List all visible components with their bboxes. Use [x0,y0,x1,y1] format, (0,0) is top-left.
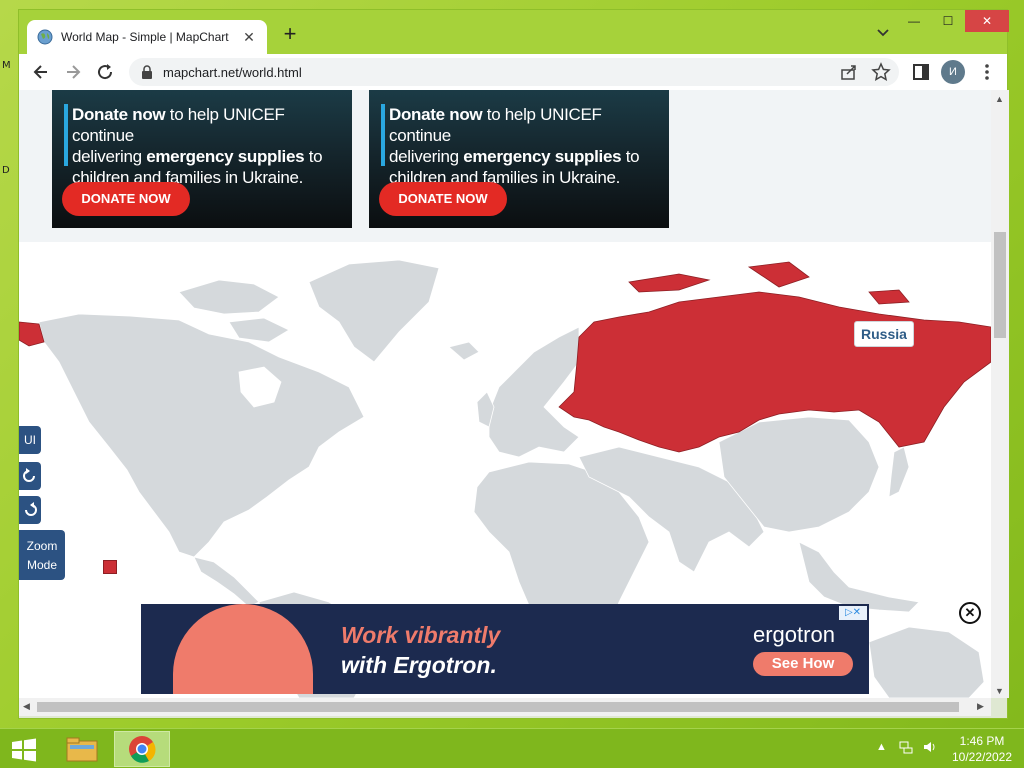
network-icon[interactable] [898,739,914,755]
scroll-left-arrow-icon[interactable]: ◀ [23,701,30,712]
url-text: mapchart.net/world.html [163,64,302,80]
ad-line-1: Donate now to help UNICEF continue [72,105,285,145]
menu-kebab-icon[interactable] [977,62,997,82]
ad-headline-line-1: Work vibrantly [341,622,501,648]
undo-icon [23,468,35,482]
vertical-scrollbar[interactable]: ▲ ▼ [991,90,1009,698]
scroll-down-arrow-icon[interactable]: ▼ [995,686,1004,696]
globe-favicon-icon [37,29,53,45]
legend-color-swatch[interactable] [103,560,117,574]
horizontal-scrollbar[interactable]: ◀ ▶ [19,698,991,716]
maximize-button[interactable]: ☐ [933,10,963,32]
show-hidden-icons-chevron-icon[interactable]: ▲ [876,741,887,753]
ad-line-2: delivering emergency supplies to [72,147,323,166]
new-tab-button[interactable]: + [279,23,301,46]
vertical-scroll-thumb[interactable] [994,232,1006,338]
clock-time: 1:46 PM [959,734,1005,748]
ad-accent-bar [64,104,68,166]
taskbar: ▲ 1:46 PM 10/22/2022 [0,728,1024,768]
country-tooltip: Russia [854,321,914,347]
clock-date: 10/22/2022 [951,750,1013,764]
scroll-up-arrow-icon[interactable]: ▲ [995,94,1004,104]
side-panel-icon[interactable] [911,62,931,82]
tab-strip: World Map - Simple | MapChart ✕ + — ☐ ✕ [19,10,1009,54]
tab-search-chevron-icon[interactable] [877,26,889,40]
share-icon[interactable] [839,62,859,82]
ad-headline: Work vibrantly with Ergotron. [341,620,500,680]
unicef-ad[interactable]: Donate now to help UNICEF continue deliv… [52,90,352,228]
ergotron-banner-ad[interactable]: Work vibrantly with Ergotron. ergotron S… [141,604,869,694]
forward-arrow-icon[interactable] [63,62,83,82]
minimize-button[interactable]: — [899,10,929,32]
chrome-taskbar-button[interactable] [114,731,170,767]
lock-icon [142,65,152,79]
back-arrow-icon[interactable] [31,62,51,82]
europe [488,326,580,458]
iceland [448,341,480,361]
tab-world-map[interactable]: World Map - Simple | MapChart ✕ [27,20,267,54]
ad-headline-line-2: with Ergotron. [341,652,497,678]
folder-icon [66,737,98,762]
close-ad-icon[interactable]: ✕ [959,602,981,624]
desktop-label-fragment: D [2,165,10,176]
see-how-button[interactable]: See How [753,652,853,676]
address-bar[interactable]: mapchart.net/world.html [129,58,899,86]
top-ad-area: Donate now to help UNICEF continue deliv… [19,90,991,242]
ad-accent-bar [381,104,385,166]
profile-avatar[interactable]: И [941,60,965,84]
ui-toggle-button[interactable]: UI [19,426,41,454]
donate-now-button[interactable]: DONATE NOW [379,182,507,216]
page-viewport: Donate now to help UNICEF continue deliv… [19,90,991,698]
bookmark-star-icon[interactable] [871,62,891,82]
ad-line-2: delivering emergency supplies to [389,147,640,166]
north-america [38,313,365,558]
zoom-mode-label-1: Zoom [26,539,58,553]
adchoices-icon[interactable]: ▷✕ [839,606,867,620]
volume-icon[interactable] [922,739,938,755]
donate-now-button[interactable]: DONATE NOW [62,182,190,216]
system-clock[interactable]: 1:46 PM 10/22/2022 [944,733,1020,765]
chrome-icon [129,736,156,763]
scroll-right-arrow-icon[interactable]: ▶ [977,701,984,712]
ad-brand-logo: ergotron [753,622,835,647]
horizontal-scroll-thumb[interactable] [37,702,959,712]
australia [868,626,985,698]
redo-icon [25,502,37,516]
ad-line-1: Donate now to help UNICEF continue [389,105,602,145]
close-window-button[interactable]: ✕ [965,10,1009,32]
browser-window: World Map - Simple | MapChart ✕ + — ☐ ✕ … [18,9,1009,719]
unicef-ad[interactable]: Donate now to help UNICEF continue deliv… [369,90,669,228]
browser-toolbar: mapchart.net/world.html И [19,54,1007,90]
reload-icon[interactable] [95,62,115,82]
tab-close-icon[interactable]: ✕ [241,29,257,46]
file-explorer-taskbar-button[interactable] [54,731,110,767]
zoom-mode-label-2: Mode [26,558,58,572]
zoom-mode-button[interactable]: Zoom Mode [19,530,65,580]
japan [888,446,910,498]
ad-photo-circle [173,604,313,694]
windows-start-icon[interactable] [6,735,42,765]
central-america [193,556,260,608]
redo-button[interactable] [19,496,41,524]
undo-button[interactable] [19,462,41,490]
tab-title: World Map - Simple | MapChart [61,30,229,44]
desktop-label-fragment: M [2,60,11,71]
southeast-asia [798,541,920,613]
greenland [308,259,440,363]
